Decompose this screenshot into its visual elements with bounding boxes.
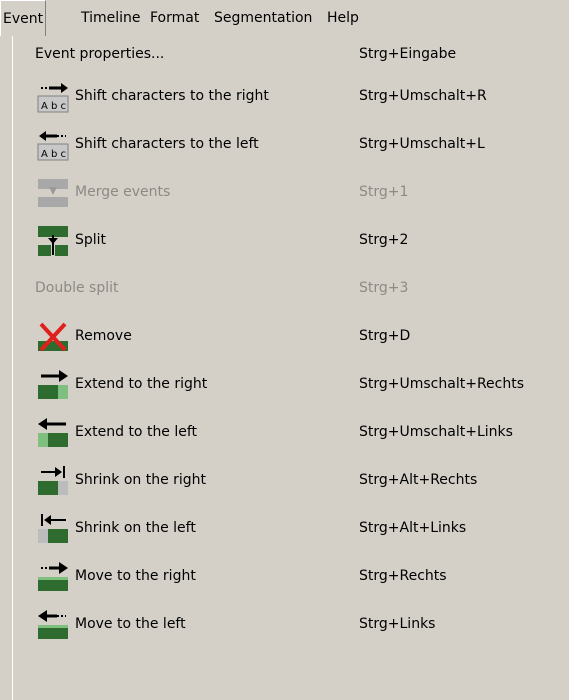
menu-format[interactable]: Format (148, 0, 201, 36)
merge-events-icon (37, 177, 69, 209)
shrink-left-icon (37, 513, 69, 545)
menu-event[interactable]: Event (0, 0, 47, 36)
menu-item-shift-characters-right[interactable]: A b c Shift characters to the right Strg… (13, 72, 569, 120)
menu-item-move-right[interactable]: Move to the right Strg+Rechts (13, 552, 569, 600)
menu-item-shortcut: Strg+Umschalt+Links (359, 424, 513, 440)
menu-item-shrink-left[interactable]: Shrink on the left Strg+Alt+Links (13, 504, 569, 552)
menu-item-label: Merge events (75, 184, 171, 200)
extend-left-icon (37, 417, 69, 449)
menu-item-label: Extend to the right (75, 376, 208, 392)
menu-item-label: Remove (75, 328, 132, 344)
remove-icon (37, 321, 69, 353)
menu-item-label: Move to the left (75, 616, 186, 632)
menu-item-split[interactable]: Split Strg+2 (13, 216, 569, 264)
event-menu-dropdown: Event properties... Strg+Eingabe A b c S… (12, 36, 569, 700)
menu-item-shortcut: Strg+3 (359, 280, 409, 296)
menu-item-label: Extend to the left (75, 424, 198, 440)
menu-item-shrink-right[interactable]: Shrink on the right Strg+Alt+Rechts (13, 456, 569, 504)
menu-item-shift-characters-left[interactable]: A b c Shift characters to the left Strg+… (13, 120, 569, 168)
shrink-right-icon (37, 465, 69, 497)
menu-item-label: Shrink on the left (75, 520, 196, 536)
menu-item-label: Shift characters to the right (75, 88, 269, 104)
menu-item-shortcut: Strg+Links (359, 616, 436, 632)
menu-item-shortcut: Strg+Eingabe (359, 46, 457, 62)
shift-chars-left-icon: A b c (37, 129, 69, 161)
svg-text:A b c: A b c (41, 149, 66, 160)
menu-item-shortcut: Strg+1 (359, 184, 409, 200)
menu-bar: Event Timeline Format Segmentation Help (0, 0, 569, 36)
menu-help[interactable]: Help (325, 0, 361, 36)
svg-text:A b c: A b c (41, 101, 66, 112)
move-left-icon (37, 609, 69, 641)
split-icon (37, 225, 69, 257)
menu-item-extend-right[interactable]: Extend to the right Strg+Umschalt+Rechts (13, 360, 569, 408)
menu-item-extend-left[interactable]: Extend to the left Strg+Umschalt+Links (13, 408, 569, 456)
menu-item-double-split[interactable]: Double split Strg+3 (13, 264, 569, 312)
extend-right-icon (37, 369, 69, 401)
menu-item-label: Split (75, 232, 107, 248)
menu-item-shortcut: Strg+Umschalt+L (359, 136, 485, 152)
move-right-icon (37, 561, 69, 593)
menu-item-move-left[interactable]: Move to the left Strg+Links (13, 600, 569, 648)
menu-item-shortcut: Strg+Alt+Rechts (359, 472, 478, 488)
menu-item-shortcut: Strg+Umschalt+R (359, 88, 487, 104)
menu-item-label: Shrink on the right (75, 472, 207, 488)
menu-item-shortcut: Strg+Rechts (359, 568, 447, 584)
menu-item-shortcut: Strg+2 (359, 232, 409, 248)
menu-item-event-properties[interactable]: Event properties... Strg+Eingabe (13, 36, 569, 72)
menu-item-shortcut: Strg+Umschalt+Rechts (359, 376, 525, 392)
menu-item-label: Double split (35, 280, 119, 296)
menu-item-label: Event properties... (35, 46, 165, 62)
shift-chars-right-icon: A b c (37, 81, 69, 113)
menu-item-shortcut: Strg+Alt+Links (359, 520, 467, 536)
menu-item-merge-events[interactable]: Merge events Strg+1 (13, 168, 569, 216)
menu-item-shortcut: Strg+D (359, 328, 411, 344)
menu-segmentation[interactable]: Segmentation (212, 0, 314, 36)
menu-item-label: Shift characters to the left (75, 136, 259, 152)
menu-timeline[interactable]: Timeline (79, 0, 143, 36)
menu-item-remove[interactable]: Remove Strg+D (13, 312, 569, 360)
menu-item-label: Move to the right (75, 568, 196, 584)
